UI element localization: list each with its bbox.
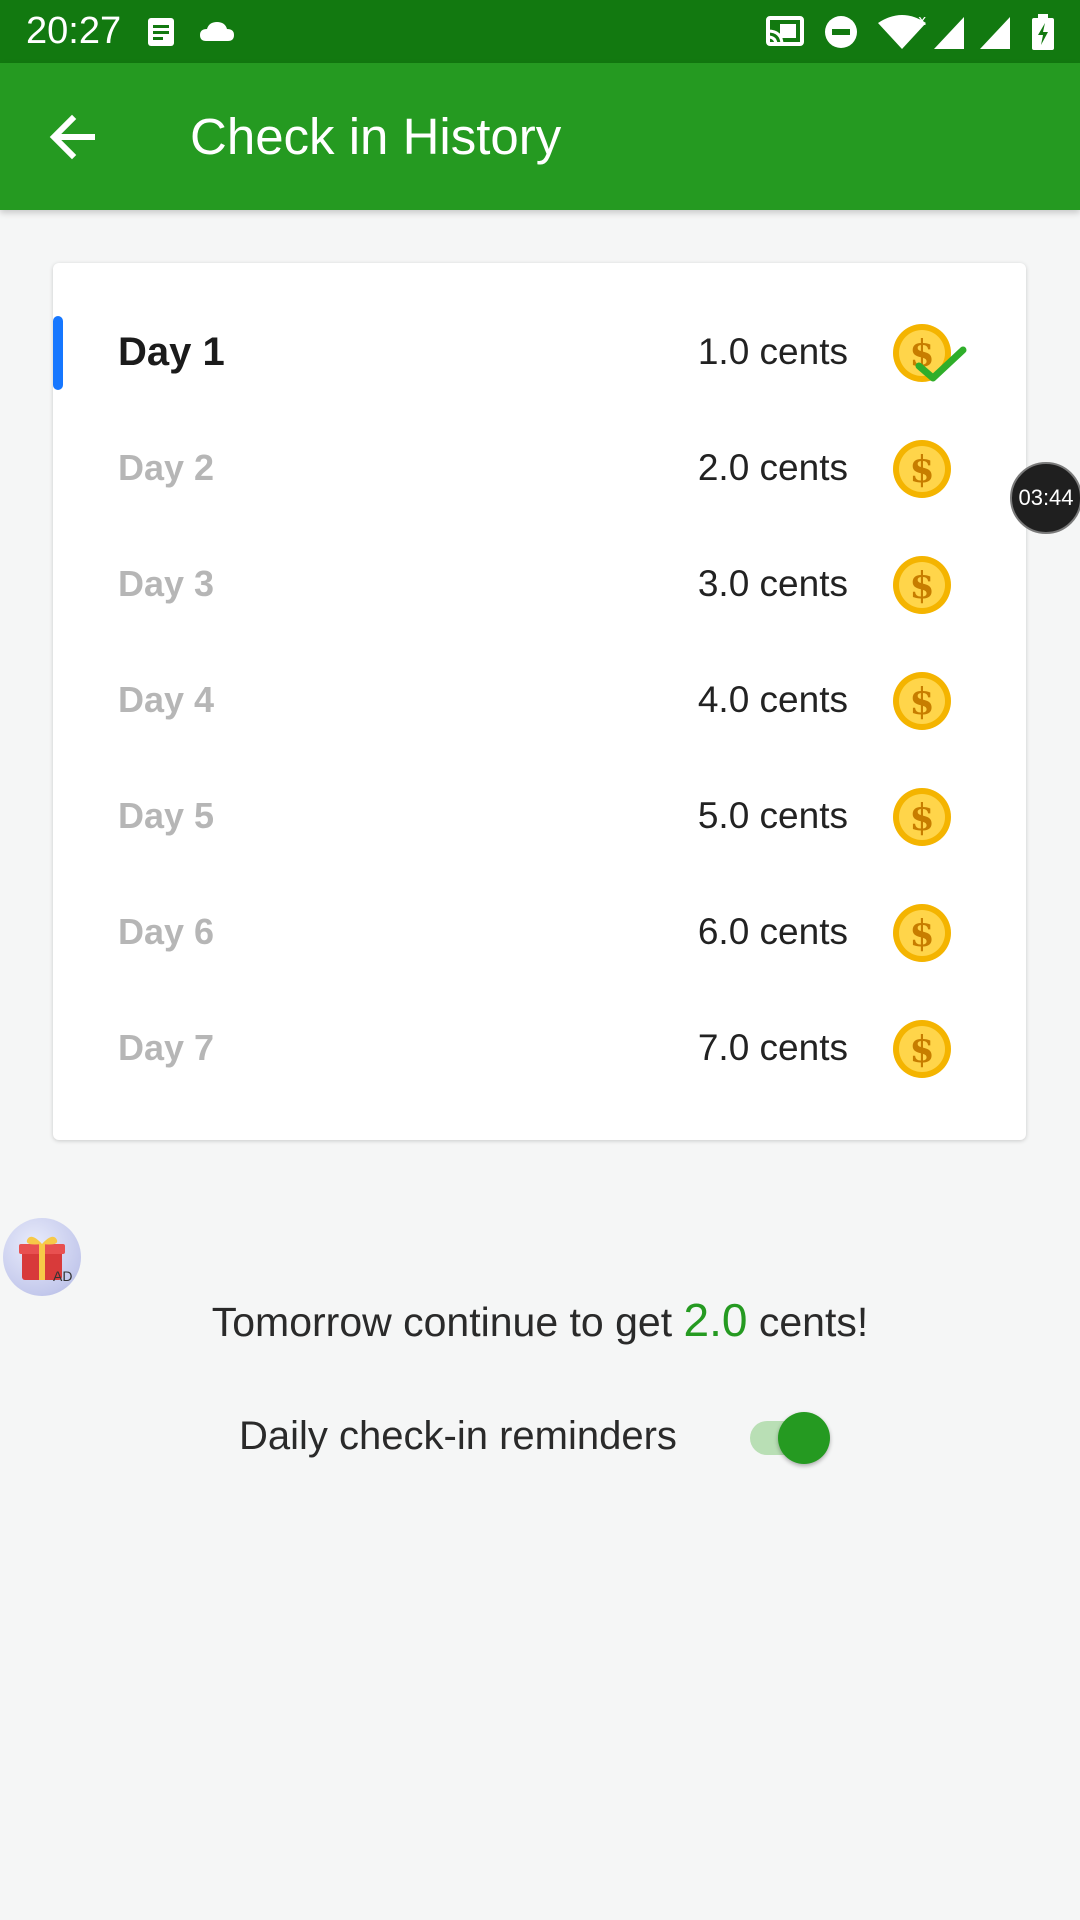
coin-icon: $ xyxy=(893,556,951,614)
svg-text:$: $ xyxy=(909,681,934,723)
cast-icon xyxy=(766,16,804,46)
notes-icon xyxy=(148,18,174,46)
status-bar: 20:27 x xyxy=(0,0,1080,63)
day-label: Day 5 xyxy=(118,795,215,836)
check-in-row-day-1: Day 1 1.0 cents $ xyxy=(53,296,1026,412)
reward-amount: 1.0 cents xyxy=(697,331,848,372)
day-label: Day 6 xyxy=(118,911,215,952)
check-in-card: Day 1 1.0 cents $ Day 2 2.0 cents $ Day … xyxy=(53,263,1026,1140)
page-title: Check in History xyxy=(190,108,562,165)
reminder-toggle[interactable] xyxy=(748,1410,834,1466)
reward-amount: 5.0 cents xyxy=(697,795,848,836)
day-label: Day 1 xyxy=(118,330,225,374)
checkmark-icon xyxy=(915,346,967,382)
coin-icon: $ xyxy=(893,440,951,498)
floating-timer[interactable]: 03:44 xyxy=(1010,462,1080,534)
check-in-history-screen: 20:27 x Check in History Day 1 1.0 cents… xyxy=(0,0,1080,1920)
reminder-label: Daily check-in reminders xyxy=(239,1414,677,1458)
toggle-thumb xyxy=(778,1412,830,1464)
coin-icon: $ xyxy=(893,672,951,730)
coin-icon: $ xyxy=(893,1020,951,1078)
svg-text:x: x xyxy=(918,13,926,29)
tomorrow-prefix: Tomorrow continue to get xyxy=(211,1299,684,1345)
check-in-row-day-2: Day 2 2.0 cents $ xyxy=(53,412,1026,528)
tomorrow-amount: 2.0 xyxy=(683,1294,748,1346)
day-label: Day 7 xyxy=(118,1027,215,1068)
tomorrow-reward-text: Tomorrow continue to get 2.0 cents! xyxy=(0,1290,1080,1352)
svg-text:$: $ xyxy=(909,797,934,839)
day-label: Day 4 xyxy=(118,679,215,720)
check-in-row-day-5: Day 5 5.0 cents $ xyxy=(53,760,1026,876)
cloud-icon xyxy=(200,22,234,41)
svg-text:$: $ xyxy=(909,913,934,955)
reward-amount: 4.0 cents xyxy=(697,679,848,720)
svg-text:$: $ xyxy=(909,1029,934,1071)
reward-amount: 7.0 cents xyxy=(697,1027,848,1068)
reward-amount: 3.0 cents xyxy=(697,563,848,604)
check-in-row-day-4: Day 4 4.0 cents $ xyxy=(53,644,1026,760)
tomorrow-suffix: cents! xyxy=(747,1299,869,1345)
svg-text:$: $ xyxy=(909,565,934,607)
arrow-back-icon[interactable] xyxy=(36,99,112,175)
signal-icon-2 xyxy=(980,17,1010,49)
check-in-row-day-6: Day 6 6.0 cents $ xyxy=(53,876,1026,992)
svg-text:$: $ xyxy=(909,449,934,491)
day-label: Day 3 xyxy=(118,563,215,604)
wifi-icon: x xyxy=(878,13,926,49)
do-not-disturb-icon xyxy=(825,16,857,48)
ad-tag: AD xyxy=(53,1268,73,1284)
reward-amount: 6.0 cents xyxy=(697,911,848,952)
current-day-indicator xyxy=(53,316,63,390)
ad-gift-button[interactable]: AD xyxy=(3,1218,81,1296)
check-in-row-day-3: Day 3 3.0 cents $ xyxy=(53,528,1026,644)
check-in-row-day-7: Day 7 7.0 cents $ xyxy=(53,992,1026,1108)
coin-icon: $ xyxy=(893,788,951,846)
status-time: 20:27 xyxy=(26,10,122,52)
reward-amount: 2.0 cents xyxy=(697,447,848,488)
app-bar: Check in History xyxy=(0,63,1080,210)
signal-icon xyxy=(934,17,964,49)
battery-charging-icon xyxy=(1032,14,1054,50)
day-label: Day 2 xyxy=(118,447,215,488)
coin-icon: $ xyxy=(893,904,951,962)
